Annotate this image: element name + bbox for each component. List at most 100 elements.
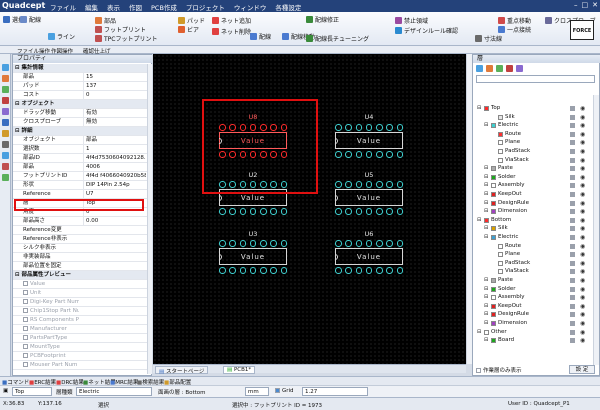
layer-row[interactable]: ⊟ KeepOut ◉ <box>473 190 591 199</box>
layer-color-swatch[interactable] <box>491 235 496 240</box>
lock-icon[interactable] <box>570 278 575 283</box>
layer-color-swatch[interactable] <box>498 114 503 120</box>
property-value[interactable]: 無効 <box>83 118 146 126</box>
property-value[interactable]: 137 <box>83 82 146 90</box>
layer-color-swatch[interactable] <box>491 174 496 180</box>
layer-tool-icon[interactable] <box>486 65 493 72</box>
layer-color-swatch[interactable] <box>491 192 496 197</box>
layer-color-swatch[interactable] <box>491 278 496 283</box>
layer-row[interactable]: ⊟ Dimension ◉ <box>473 319 591 328</box>
layer-row[interactable]: ⊟ Top ◉ <box>473 104 591 113</box>
maximize-icon[interactable]: □ <box>582 1 589 9</box>
lock-icon[interactable] <box>570 131 575 137</box>
lock-icon[interactable] <box>570 140 575 146</box>
layer-row[interactable]: ⊟ Paste ◉ <box>473 276 591 285</box>
expand-icon[interactable]: ⊟ <box>477 104 481 113</box>
side-tool-icon[interactable] <box>2 64 9 71</box>
lock-icon[interactable] <box>570 166 575 172</box>
layer-tool-icon[interactable] <box>496 65 503 72</box>
side-tool-icon[interactable] <box>2 119 9 126</box>
lock-icon[interactable] <box>570 174 575 180</box>
menu-item[interactable]: ファイル <box>50 2 76 12</box>
checkbox-icon[interactable] <box>23 353 28 358</box>
layer-color-swatch[interactable] <box>491 209 496 215</box>
expand-icon[interactable]: ⊟ <box>484 233 488 242</box>
expand-icon[interactable]: ⊟ <box>484 207 488 216</box>
layer-row[interactable]: ⊟ Other ◉ <box>473 328 591 337</box>
checkbox-icon[interactable] <box>23 308 28 313</box>
property-value[interactable]: 4f4d f4066040920b587 <box>83 172 146 180</box>
checkbox-icon[interactable] <box>23 281 28 286</box>
property-value[interactable]: 4f4d7530604092128... <box>83 154 146 162</box>
ribbon-button[interactable]: 部品 <box>95 16 116 25</box>
layer-row[interactable]: Plane ◉ <box>473 138 591 147</box>
property-value[interactable]: 有効 <box>83 109 146 117</box>
layer-row[interactable]: ⊟ Board ◉ <box>473 336 591 345</box>
property-value[interactable]: 4006 <box>83 163 146 171</box>
lock-icon[interactable] <box>570 260 575 266</box>
lock-icon[interactable] <box>570 235 575 240</box>
current-layer-select[interactable]: Top <box>12 387 52 396</box>
ic-footprint[interactable]: U3 Value <box>216 230 290 274</box>
lock-icon[interactable] <box>570 183 575 189</box>
layer-row[interactable]: ⊟ Silk ◉ <box>473 224 591 233</box>
layer-row[interactable]: Route ◉ <box>473 130 591 139</box>
layer-color-swatch[interactable] <box>484 106 489 111</box>
lock-icon[interactable] <box>570 329 575 335</box>
work-layer-only-checkbox[interactable]: 作業層のみ表示 <box>476 366 522 374</box>
side-tool-icon[interactable] <box>2 152 9 159</box>
lock-icon[interactable] <box>570 303 575 309</box>
expand-icon[interactable]: ⊟ <box>484 224 488 233</box>
layer-color-swatch[interactable] <box>491 295 496 301</box>
checkbox-icon[interactable] <box>23 290 28 295</box>
pen-type-select[interactable]: Electric <box>76 387 152 396</box>
close-icon[interactable]: ✕ <box>592 1 598 9</box>
ribbon-button[interactable]: 禁止領域 <box>395 16 428 25</box>
ribbon-button[interactable]: ビア <box>178 25 199 34</box>
checkbox-icon[interactable] <box>23 317 28 322</box>
layer-row[interactable]: ⊟ Paste ◉ <box>473 164 591 173</box>
layer-color-swatch[interactable] <box>484 329 489 335</box>
layer-color-swatch[interactable] <box>491 312 496 318</box>
layer-row[interactable]: ⊟ Solder ◉ <box>473 285 591 294</box>
layer-row[interactable]: Plane ◉ <box>473 250 591 259</box>
ic-footprint[interactable]: U4 Value <box>332 113 406 158</box>
layer-row[interactable]: Route ◉ <box>473 242 591 251</box>
ic-footprint[interactable]: U5 Value <box>332 171 406 215</box>
expand-icon[interactable]: ⊟ <box>484 199 488 208</box>
lock-icon[interactable] <box>570 200 575 206</box>
lock-icon[interactable] <box>570 269 575 275</box>
ribbon-button[interactable]: デザインルール確認 <box>395 26 458 35</box>
expand-icon[interactable]: ⊟ <box>484 173 488 182</box>
lock-icon[interactable] <box>570 114 575 120</box>
ribbon-button[interactable]: フットプリント <box>95 25 146 34</box>
expand-icon[interactable]: ⊟ <box>484 121 488 130</box>
grid-size-select[interactable]: 1.27 <box>302 387 368 396</box>
ribbon-button[interactable]: 重点移動 <box>498 16 531 25</box>
expand-icon[interactable]: ⊟ <box>484 319 488 328</box>
ribbon-button[interactable]: 配線 <box>20 15 41 24</box>
expand-icon[interactable]: ⊟ <box>484 190 488 199</box>
lock-icon[interactable] <box>570 321 575 326</box>
ic-footprint[interactable]: U6 Value <box>332 230 406 274</box>
property-value[interactable]: 0.00 <box>83 217 146 225</box>
layer-row[interactable]: ⊟ Solder ◉ <box>473 173 591 182</box>
side-tool-icon[interactable] <box>2 130 9 137</box>
minimize-icon[interactable]: – <box>574 1 578 9</box>
property-row[interactable]: ⊟ 部品属性プレビュー <box>13 271 147 280</box>
layer-color-swatch[interactable] <box>491 123 496 129</box>
side-tool-icon[interactable] <box>2 108 9 115</box>
property-value[interactable]: 1 <box>83 145 146 153</box>
layer-filter-dropdown[interactable] <box>476 75 595 83</box>
checkbox-icon[interactable] <box>23 344 28 349</box>
layer-color-swatch[interactable] <box>498 252 503 258</box>
layer-row[interactable]: ⊟ KeepOut ◉ <box>473 302 591 311</box>
ribbon-button[interactable]: 寸法線 <box>475 34 502 43</box>
ribbon-button[interactable]: 配線長チューニング <box>306 34 369 43</box>
expand-icon[interactable]: ⊟ <box>477 328 481 337</box>
menu-item[interactable]: PCB作成 <box>151 2 177 12</box>
side-tool-icon[interactable] <box>2 174 9 181</box>
lock-icon[interactable] <box>570 217 575 223</box>
layer-row[interactable]: ⊟ Electric ◉ <box>473 121 591 130</box>
lock-icon[interactable] <box>570 149 575 154</box>
